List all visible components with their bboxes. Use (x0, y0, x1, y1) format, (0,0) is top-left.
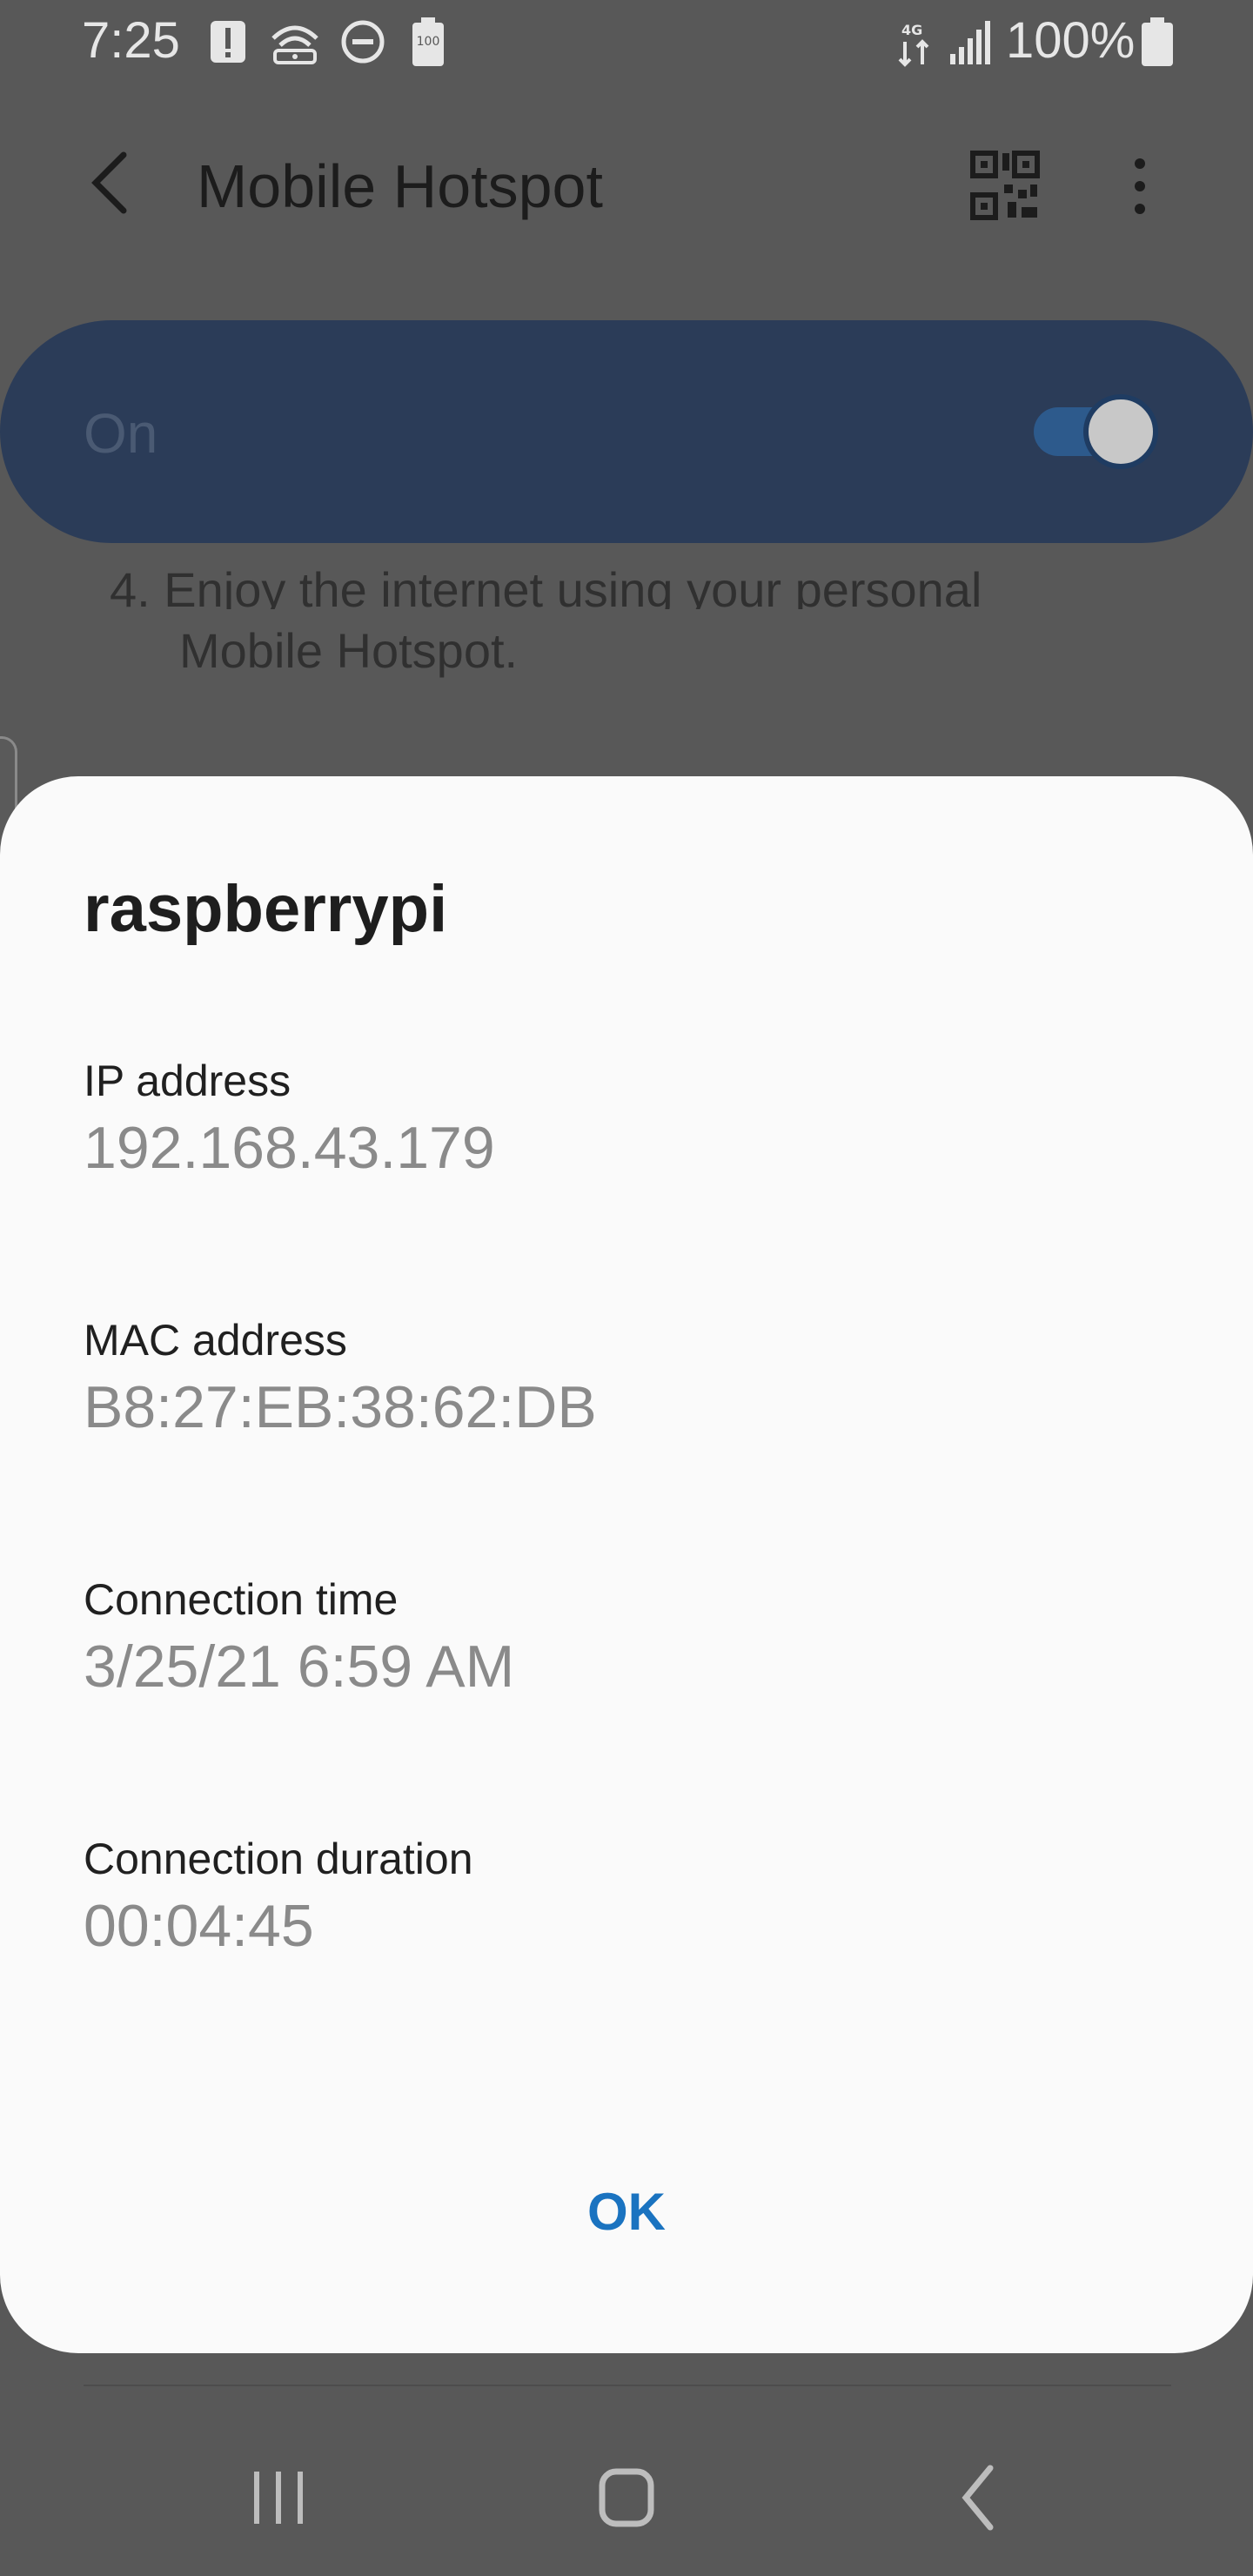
page-title: Mobile Hotspot (197, 152, 603, 220)
recent-apps-icon[interactable] (218, 2437, 339, 2559)
background-step-line1: 4. Enjoy the internet using your persona… (110, 562, 982, 609)
divider (84, 2385, 1171, 2386)
more-options-icon[interactable] (1114, 143, 1166, 230)
connection-time-value: 3/25/21 6:59 AM (84, 1633, 515, 1700)
status-bar: 7:25 100 4G 100% (0, 0, 1253, 84)
background-step-text: 4. Enjoy the internet using your persona… (110, 562, 1154, 693)
ok-button[interactable]: OK (539, 2169, 714, 2256)
navigation-bar (0, 2411, 1253, 2576)
connection-duration-value: 00:04:45 (84, 1893, 314, 1959)
back-arrow-icon[interactable] (75, 139, 144, 226)
signal-icon (950, 21, 990, 64)
ip-address-label: IP address (84, 1057, 291, 1105)
hotspot-master-switch-bar[interactable]: On (0, 320, 1253, 543)
background-step-line2: Mobile Hotspot. (179, 623, 519, 678)
app-bar: Mobile Hotspot (0, 104, 1253, 261)
svg-text:4G: 4G (901, 22, 922, 38)
status-time: 7:25 (82, 12, 180, 69)
mac-address-label: MAC address (84, 1316, 347, 1365)
hotspot-icon (271, 25, 318, 64)
device-details-dialog: raspberrypi IP address 192.168.43.179 MA… (0, 776, 1253, 2353)
ip-address-value: 192.168.43.179 (84, 1115, 495, 1181)
battery-saver-label: 100 (416, 35, 440, 49)
dialog-title: raspberrypi (84, 872, 448, 946)
alert-icon (211, 21, 245, 63)
lte-data-icon: 4G (898, 22, 929, 67)
hotspot-toggle[interactable] (1030, 393, 1159, 470)
master-switch-label: On (84, 402, 158, 465)
do-not-disturb-icon (341, 20, 385, 64)
battery-icon (1142, 17, 1173, 66)
connection-duration-label: Connection duration (84, 1835, 473, 1883)
mac-address-value: B8:27:EB:38:62:DB (84, 1374, 597, 1440)
battery-percent: 100% (1006, 12, 1136, 69)
home-icon[interactable] (566, 2437, 687, 2559)
back-nav-icon[interactable] (917, 2437, 1039, 2559)
connection-time-label: Connection time (84, 1575, 399, 1624)
qr-code-icon[interactable] (966, 146, 1044, 225)
